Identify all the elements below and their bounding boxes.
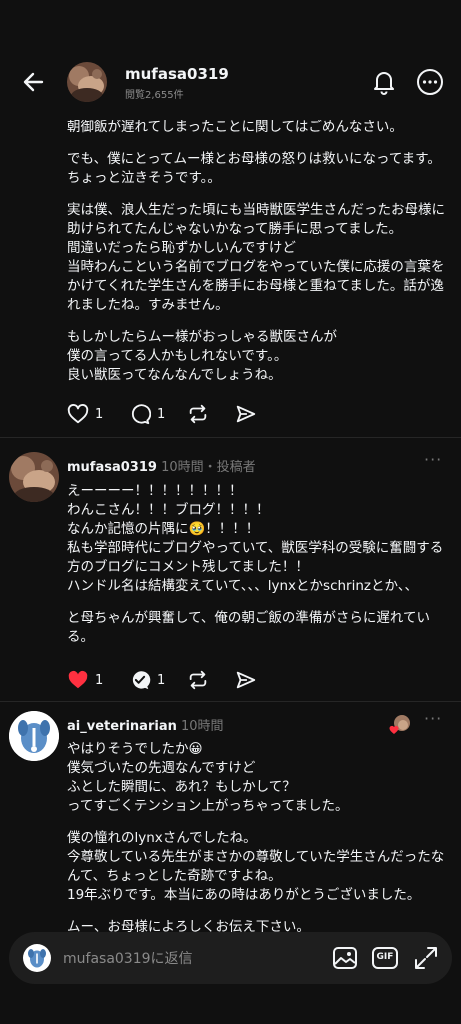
back-arrow-icon <box>23 72 44 92</box>
share-button[interactable] <box>235 668 257 692</box>
text-line: と母ちゃんが興奮して、俺の朝ご飯の準備がさらに遅れている。 <box>67 610 431 645</box>
post-3-username[interactable]: ai_veterinarian <box>67 719 177 734</box>
text-line: わんこさん！！！ブログ！！！！ <box>67 502 270 518</box>
notification-button[interactable] <box>371 69 397 95</box>
more-options-button[interactable] <box>416 68 444 96</box>
status-bar <box>0 0 461 44</box>
expand-button[interactable] <box>413 945 439 971</box>
text-line: ふとした瞬間に、あれ？もしかして？ <box>67 779 296 795</box>
text-line: 僕の言ってる人かもしれないです。。 <box>67 348 288 364</box>
text-line: 僕の憧れのlynxさんでしたね。 <box>67 830 257 846</box>
repost-icon <box>189 404 207 424</box>
text-line: ムー、お母様によろしくお伝え下さい。 <box>67 919 310 932</box>
text-line: 良い獣医ってなんなんでしょうね。 <box>67 367 282 383</box>
post-1-body: 朝御飯が遅れてしまったことに関してはごめんなさい。 でも、僕にとってムー様とお母… <box>67 120 452 398</box>
text-line: 実は僕、浪人生だった頃にも当時獣医学生さんだったお母様に助けられてたんじゃないか… <box>67 202 445 237</box>
text-line: 私も学部時代にブログやっていて、獣医学科の受験に奮闘する方のブログにコメント残し… <box>67 540 444 575</box>
like-count: 1 <box>95 406 104 422</box>
bottom-safe-area <box>0 992 461 1024</box>
text-line: えーーーー！！！！！！！！ <box>67 483 243 499</box>
liked-by-author-avatar <box>389 714 411 736</box>
text-line: でも、僕にとってムー様とお母様の怒りは救いになってます。ちょっと泣きそうです。。 <box>67 151 441 186</box>
paragraph: ムー、お母様によろしくお伝え下さい。 <box>67 918 452 932</box>
post-2-meta: mufasa0319 10時間・投稿者 <box>67 456 256 475</box>
share-button[interactable] <box>235 402 257 426</box>
reply-input[interactable]: mufasa0319に返信 GIF <box>9 932 452 984</box>
reply-avatar <box>23 944 51 972</box>
attach-image-button[interactable] <box>331 944 359 972</box>
post-3-more-button[interactable]: ··· <box>424 709 442 728</box>
comment-icon <box>131 404 151 425</box>
expand-icon <box>415 947 437 969</box>
back-button[interactable] <box>20 68 48 96</box>
comment-icon <box>132 671 151 690</box>
post-3-time: 10時間 <box>180 719 224 734</box>
post-3: ai_veterinarian 10時間 ··· やはりそうでしたか😀 僕気づい… <box>0 702 461 932</box>
post-2-avatar[interactable] <box>9 452 59 502</box>
paragraph: 朝御飯が遅れてしまったことに関してはごめんなさい。 <box>67 120 452 137</box>
share-icon <box>236 671 256 689</box>
reply-placeholder: mufasa0319に返信 <box>63 951 193 967</box>
text-line: 朝御飯が遅れてしまったことに関してはごめんなさい。 <box>67 120 403 135</box>
repost-button[interactable] <box>187 668 209 692</box>
reply-bar: mufasa0319に返信 GIF <box>0 932 461 992</box>
like-button[interactable]: 1 <box>67 402 103 426</box>
share-icon <box>236 405 256 423</box>
post-2-username[interactable]: mufasa0319 <box>67 460 157 475</box>
comment-button[interactable]: 1 <box>129 668 165 692</box>
post-2-actions: 1 1 <box>67 668 267 692</box>
text-line: ってすごくテンション上がっちゃってました。 <box>67 798 349 814</box>
text-line: 今尊敬している先生がまさかの尊敬していた学生さんだったなんて、ちょっとした奇跡で… <box>67 849 445 884</box>
paragraph: もしかしたらムー様がおっしゃる獣医さんが 僕の言ってる人かもしれないです。。 良… <box>67 328 452 385</box>
header-username[interactable]: mufasa0319 <box>125 65 229 83</box>
post-3-meta: ai_veterinarian 10時間 <box>67 715 224 734</box>
reply-count: 1 <box>157 672 166 688</box>
thread-header: mufasa0319 閲覧2,655件 <box>0 44 461 120</box>
text-line: 19年ぶりです。本当にあの時はありがとうございました。 <box>67 887 421 903</box>
bell-icon <box>374 72 394 95</box>
paragraph: えーーーー！！！！！！！！ わんこさん！！！ブログ！！！！ なんか記憶の片隅に🥹… <box>67 482 452 596</box>
post-2: mufasa0319 10時間・投稿者 ··· えーーーー！！！！！！！！ わん… <box>0 438 461 702</box>
text-line: もしかしたらムー様がおっしゃる獣医さんが <box>67 329 337 345</box>
heart-icon <box>67 404 89 424</box>
text-line: 間違いだったら恥ずかしいんですけど <box>67 240 296 256</box>
text-line: やはりそうでしたか😀 <box>67 741 203 757</box>
post-2-time: 10時間・投稿者 <box>161 460 256 475</box>
text-line: ハンドル名は結構変えていて、、、lynxとかschrinzとか、、 <box>67 578 418 594</box>
post-1: 朝御飯が遅れてしまったことに関してはごめんなさい。 でも、僕にとってムー様とお母… <box>0 120 461 430</box>
gif-label: GIF <box>376 952 394 962</box>
comment-button[interactable]: 1 <box>129 402 165 426</box>
heart-icon <box>68 670 88 689</box>
more-icon <box>417 69 443 95</box>
header-avatar[interactable] <box>67 62 107 102</box>
like-count: 1 <box>95 672 104 688</box>
paragraph: 実は僕、浪人生だった頃にも当時獣医学生さんだったお母様に助けられてたんじゃないか… <box>67 201 452 315</box>
paragraph: 僕の憧れのlynxさんでしたね。 今尊敬している先生がまさかの尊敬していた学生さ… <box>67 829 452 905</box>
view-count: 閲覧2,655件 <box>125 90 184 101</box>
post-1-actions: 1 1 <box>67 402 267 426</box>
post-2-body: えーーーー！！！！！！！！ わんこさん！！！ブログ！！！！ なんか記憶の片隅に🥹… <box>67 482 452 660</box>
image-icon <box>333 947 357 969</box>
post-3-avatar[interactable] <box>9 711 59 761</box>
reply-count: 1 <box>157 406 166 422</box>
post-2-more-button[interactable]: ··· <box>424 450 442 469</box>
post-3-body: やはりそうでしたか😀 僕気づいたの先週なんですけど ふとした瞬間に、あれ？もしか… <box>67 740 452 932</box>
thread-scroll[interactable]: 朝御飯が遅れてしまったことに関してはごめんなさい。 でも、僕にとってムー様とお母… <box>0 120 461 932</box>
repost-icon <box>189 670 207 690</box>
paragraph: と母ちゃんが興奮して、俺の朝ご飯の準備がさらに遅れている。 <box>67 609 452 647</box>
gif-button[interactable]: GIF <box>371 944 399 972</box>
text-line: 当時わんこという名前でブログをやっていた僕に応援の言葉をかけてくれた学生さんを勝… <box>67 259 445 313</box>
text-line: 僕気づいたの先週なんですけど <box>67 760 256 776</box>
like-button[interactable]: 1 <box>67 668 103 692</box>
paragraph: でも、僕にとってムー様とお母様の怒りは救いになってます。ちょっと泣きそうです。。 <box>67 150 452 188</box>
text-line: なんか記憶の片隅に🥹！！！！ <box>67 521 260 537</box>
paragraph: やはりそうでしたか😀 僕気づいたの先週なんですけど ふとした瞬間に、あれ？もしか… <box>67 740 452 816</box>
repost-button[interactable] <box>187 402 209 426</box>
